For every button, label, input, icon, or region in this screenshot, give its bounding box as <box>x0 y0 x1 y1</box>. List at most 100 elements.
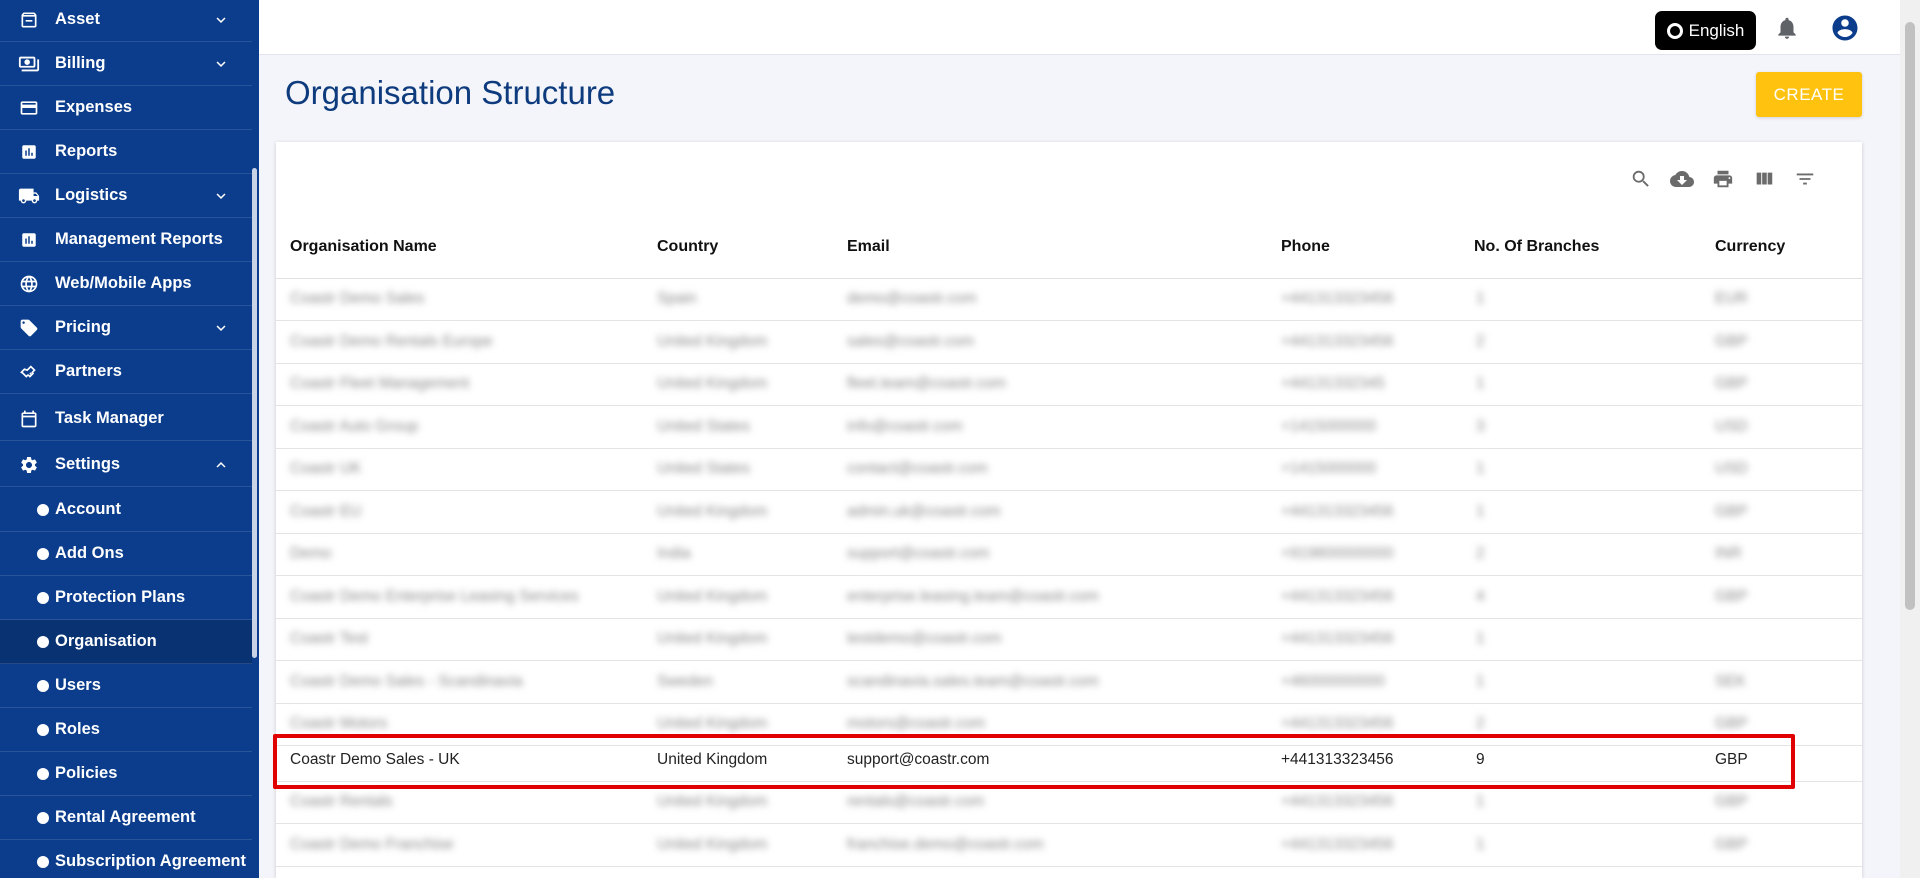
table-row[interactable]: Coastr UK United States contact@coastr.com… <box>276 449 1862 491</box>
bullet-icon <box>32 631 54 653</box>
sidebar-item-label: Expenses <box>55 98 133 116</box>
column-header-currency[interactable]: Currency <box>1715 238 1785 256</box>
sidebar-item-settings[interactable]: Settings <box>0 443 252 487</box>
sidebar-item-billing[interactable]: Billing <box>0 42 252 86</box>
cell-country: India <box>657 545 691 562</box>
chevron-down-icon[interactable] <box>212 187 230 205</box>
page-scrollbar-thumb[interactable] <box>1905 22 1915 610</box>
table-row[interactable]: Coastr Demo Rentals Europe United Kingdom… <box>276 322 1862 364</box>
page-scrollbar[interactable] <box>1900 0 1920 878</box>
cell-email: sales@coastr.com <box>847 332 974 350</box>
sidebar-item-management-reports[interactable]: Management Reports <box>0 218 252 262</box>
sidebar-item-asset[interactable]: Asset <box>0 0 252 42</box>
bell-icon[interactable] <box>1774 14 1800 42</box>
sidebar-item-users[interactable]: Users <box>0 664 252 708</box>
bullet-icon <box>32 499 54 521</box>
cell-currency: INR <box>1715 545 1742 562</box>
column-header-email[interactable]: Email <box>847 238 890 256</box>
table-row[interactable]: Coastr Test United Kingdom testdemo@coastr… <box>276 619 1862 661</box>
cell-phone: +1415000000 <box>1281 460 1377 477</box>
table-row[interactable]: Coastr Rentals United Kingdom rentals@coas… <box>276 782 1862 824</box>
chevron-down-icon[interactable] <box>212 319 230 337</box>
sidebar-item-protection-plans[interactable]: Protection Plans <box>0 576 252 620</box>
table-row[interactable]: Coastr Demo Enterprise Leasing Services U… <box>276 577 1862 619</box>
sidebar-item-logistics[interactable]: Logistics <box>0 174 252 218</box>
sidebar-item-account[interactable]: Account <box>0 488 252 532</box>
cell-country: United Kingdom <box>657 751 768 768</box>
sidebar-item-pricing[interactable]: Pricing <box>0 306 252 350</box>
cell-phone: +1415000000 <box>1281 417 1377 435</box>
tag-icon <box>18 317 40 339</box>
sidebar-item-label: Protection Plans <box>55 588 186 606</box>
table-row[interactable]: Demo India support@coastr.com +919800000000… <box>276 534 1862 576</box>
sidebar-item-label: Logistics <box>55 186 128 204</box>
table-row[interactable]: Coastr Demo Franchise United Kingdom franc… <box>276 825 1862 867</box>
cell-organisation-name: Coastr UK <box>290 460 362 477</box>
columns-icon[interactable] <box>1751 166 1777 192</box>
handshake-icon <box>18 361 40 383</box>
chevron-down-icon[interactable] <box>212 11 230 29</box>
sidebar-item-label: Roles <box>55 720 100 738</box>
cell-organisation-name: Coastr Demo Rentals Europe <box>290 332 493 350</box>
cell-phone: +441313323456 <box>1281 332 1394 350</box>
table-row[interactable]: Coastr Fleet Management United Kingdom fle… <box>276 364 1862 406</box>
column-header-branches[interactable]: No. Of Branches <box>1474 238 1599 256</box>
sidebar-item-web-mobile-apps[interactable]: Web/Mobile Apps <box>0 262 252 306</box>
sidebar-item-label: Add Ons <box>55 544 124 562</box>
cell-phone: +441313323456 <box>1281 715 1394 732</box>
sidebar-item-organisation[interactable]: Organisation <box>0 620 252 664</box>
sidebar-scrollbar[interactable] <box>252 168 257 658</box>
language-label: English <box>1688 20 1745 40</box>
cell-country: United Kingdom <box>657 793 768 810</box>
cell-country: Sweden <box>657 672 714 690</box>
cell-country: United Kingdom <box>657 715 768 732</box>
sidebar-item-partners[interactable]: Partners <box>0 350 252 394</box>
cell-organisation-name: Coastr Demo Sales - Scandinavia <box>290 672 523 690</box>
table-row[interactable]: Coastr Demo Sales Spain demo@coastr.com +44… <box>276 279 1862 321</box>
bar-chart-icon <box>18 229 40 251</box>
cloud-download-icon[interactable] <box>1669 166 1695 192</box>
cell-phone: +441313323456 <box>1281 587 1394 605</box>
cell-currency: USD <box>1715 460 1748 477</box>
cell-currency: GBP <box>1715 587 1748 605</box>
table-row[interactable]: Coastr EU United Kingdom admin.uk@coastr.c… <box>276 492 1862 534</box>
cell-country: United States <box>657 460 751 477</box>
cell-country: United Kingdom <box>657 502 768 520</box>
cell-phone: +441313323456 <box>1281 630 1394 647</box>
sidebar-item-roles[interactable]: Roles <box>0 708 252 752</box>
filter-icon[interactable] <box>1792 166 1818 192</box>
sidebar-item-policies[interactable]: Policies <box>0 752 252 796</box>
account-icon[interactable] <box>1830 13 1860 43</box>
column-header-country[interactable]: Country <box>657 238 718 256</box>
cell-currency: GBP <box>1715 375 1748 392</box>
sidebar-item-expenses[interactable]: Expenses <box>0 86 252 130</box>
sidebar-item-reports[interactable]: Reports <box>0 130 252 174</box>
cell-organisation-name: Coastr Fleet Management <box>290 375 470 392</box>
cell-branches: 2 <box>1476 715 1485 732</box>
sidebar-item-rental-agreement[interactable]: Rental Agreement <box>0 796 252 840</box>
sidebar-item-subscription-agreement[interactable]: Subscription Agreement <box>0 840 252 878</box>
table-row[interactable]: Coastr Auto Group United States info@coast… <box>276 407 1862 449</box>
chevron-down-icon[interactable] <box>212 55 230 73</box>
column-header-phone[interactable]: Phone <box>1281 238 1330 256</box>
cell-country: Spain <box>657 290 697 307</box>
cell-branches: 1 <box>1476 502 1485 520</box>
language-button[interactable]: English <box>1655 11 1756 50</box>
cell-branches: 1 <box>1476 375 1485 392</box>
sidebar-item-add-ons[interactable]: Add Ons <box>0 532 252 576</box>
sidebar-item-task-manager[interactable]: Task Manager <box>0 397 252 441</box>
table-row[interactable]: Coastr Demo Sales - Scandinavia Sweden sca… <box>276 662 1862 704</box>
cell-currency: EUR <box>1715 290 1748 307</box>
cell-email: demo@coastr.com <box>847 290 977 307</box>
chevron-up-icon[interactable] <box>212 456 230 474</box>
cell-email: motors@coastr.com <box>847 715 986 732</box>
table-row[interactable]: Coastr Demo Sales - UK United Kingdom supp… <box>276 740 1862 782</box>
cell-organisation-name: Coastr Rentals <box>290 793 393 810</box>
create-button[interactable]: CREATE <box>1756 72 1862 117</box>
search-icon[interactable] <box>1628 166 1654 192</box>
print-icon[interactable] <box>1710 166 1736 192</box>
bullet-icon <box>32 543 54 565</box>
cell-country: United Kingdom <box>657 375 768 392</box>
cell-country: United Kingdom <box>657 630 768 647</box>
column-header-organisation-name[interactable]: Organisation Name <box>290 238 437 256</box>
